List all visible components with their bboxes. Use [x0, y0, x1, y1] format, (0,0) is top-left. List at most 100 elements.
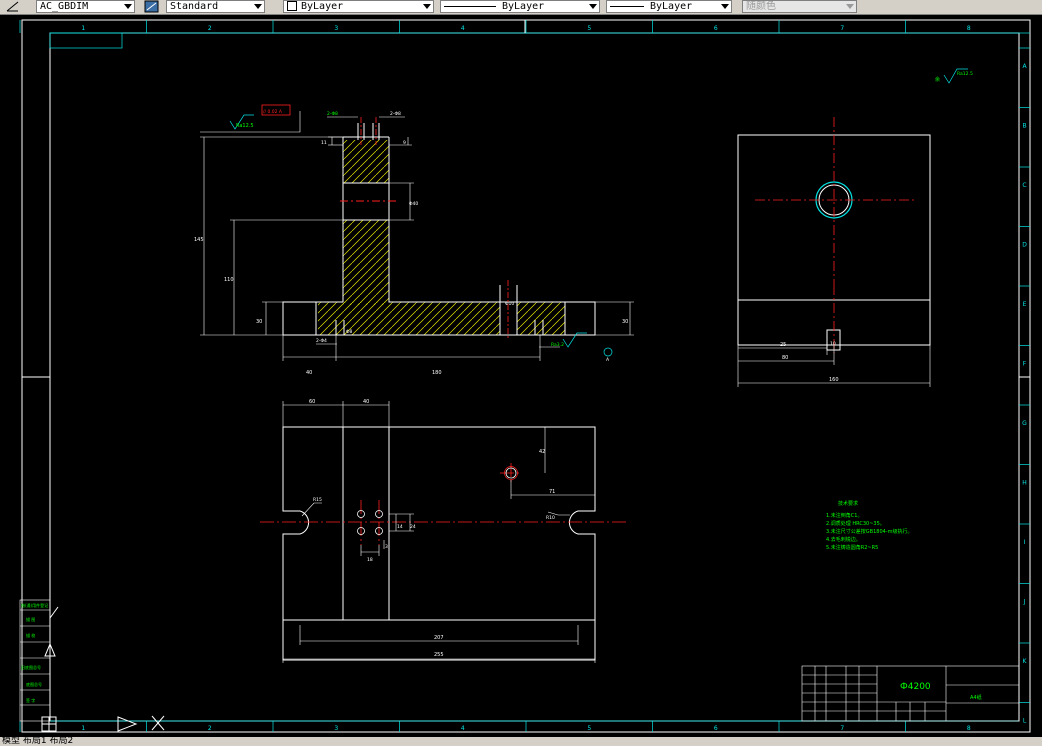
- zone-row-label: D: [1022, 241, 1027, 248]
- dim-3: 3: [385, 544, 388, 550]
- layout-tabs-bar[interactable]: 模型 布局1 布局2: [0, 737, 1042, 746]
- chevron-down-icon: [124, 4, 132, 9]
- zone-column-ticks: 1122334455667788: [19, 20, 971, 732]
- technical-notes: 技术要求 1.未注倒角C1。 2.调质处理 HRC30~35。 3.未注尺寸公差…: [826, 500, 912, 551]
- dim-2phi8-left: 2-Φ8: [327, 111, 338, 117]
- zone-row-label: C: [1022, 182, 1026, 189]
- side-label-4: 底图总号: [26, 681, 42, 687]
- dim-24: 24: [410, 524, 416, 530]
- zone-row-label: J: [1023, 598, 1026, 605]
- linetype-value: ByLayer: [502, 1, 545, 12]
- textstyle-icon[interactable]: [144, 0, 160, 13]
- chevron-down-icon: [254, 4, 262, 9]
- plotstyle-select[interactable]: 随颜色: [742, 0, 857, 13]
- dim-11: 11: [321, 140, 327, 146]
- note-5: 5.未注铸造圆角R2~R5: [826, 544, 878, 551]
- dim-2phi4: 2-Φ4: [316, 338, 327, 344]
- top-view: 60 40 42 R15 71 R10 14 24 18 3 207 255: [260, 399, 628, 663]
- dimstyle-value: AC_GBDIM: [40, 1, 89, 12]
- lineweight-select[interactable]: ByLayer: [606, 0, 732, 13]
- side-registry-table: 借(通)用件登记 描 图 描 校 旧底图总号 底图总号 签 字: [19, 599, 51, 722]
- zone-column-label: 2: [208, 25, 212, 32]
- dim-phi10: Φ10: [505, 301, 514, 307]
- dim-180: 180: [432, 370, 442, 376]
- front-roughness-top: Ra12.5: [236, 123, 254, 129]
- textstyle-select[interactable]: Standard: [166, 0, 265, 13]
- side-label-1: 描 图: [26, 616, 35, 622]
- note-2: 2.调质处理 HRC30~35。: [826, 520, 885, 527]
- side-label-2: 描 校: [26, 632, 35, 638]
- layout-tabs[interactable]: 模型 布局1 布局2: [2, 736, 73, 746]
- side-label-5: 签 字: [26, 697, 35, 703]
- zone-column-label: 8: [967, 725, 971, 732]
- zone-column-label: 5: [587, 25, 591, 32]
- zone-column-label: 2: [208, 725, 212, 732]
- color-swatch-icon: [287, 1, 297, 11]
- linetype-preview-icon: [444, 5, 496, 7]
- dim-10: 10: [830, 341, 836, 347]
- dim-2phi8-right: 2-Φ8: [390, 111, 401, 117]
- dim-r10: R10: [546, 515, 555, 521]
- dim-40: 40: [306, 370, 312, 376]
- zone-row-label: E: [1023, 301, 1027, 308]
- dim-160: 160: [829, 377, 839, 383]
- dim-80: 80: [782, 355, 788, 361]
- dim-30-right: 30: [622, 319, 628, 325]
- linetype-select[interactable]: ByLayer: [440, 0, 600, 13]
- note-3: 3.未注尺寸公差按GB1804-m级执行。: [826, 528, 912, 535]
- outer-border: [21, 19, 1031, 733]
- title-block: Ф4200 A4纸: [801, 665, 1020, 722]
- dim-42: 42: [539, 449, 545, 455]
- dim-145: 145: [194, 237, 204, 243]
- dimstyle-select[interactable]: AC_GBDIM: [36, 0, 135, 13]
- dimstyle-icon[interactable]: [6, 0, 20, 13]
- datum-circle: [603, 347, 613, 357]
- chevron-down-icon: [846, 4, 854, 9]
- notes-title: 技术要求: [838, 500, 858, 507]
- dim-71: 71: [549, 489, 555, 495]
- zone-column-label: 1: [81, 25, 85, 32]
- note-4: 4.去毛刺锐边。: [826, 536, 861, 543]
- color-value: ByLayer: [301, 1, 344, 12]
- zone-column-label: 4: [461, 25, 465, 32]
- zone-row-label: L: [1023, 717, 1027, 724]
- color-select[interactable]: ByLayer: [283, 0, 434, 13]
- zone-column-label: 1: [81, 725, 85, 732]
- note-1: 1.未注倒角C1。: [826, 512, 862, 519]
- lineweight-preview-icon: [610, 5, 644, 7]
- chevron-down-icon: [423, 4, 431, 9]
- dim-18: 18: [367, 557, 373, 563]
- zone-column-label: 6: [714, 725, 718, 732]
- front-view-bore: [343, 183, 389, 220]
- dim-30-left: 30: [256, 319, 262, 325]
- general-roughness-value: Ra12.5: [957, 71, 973, 77]
- zone-row-label: H: [1022, 479, 1027, 486]
- dim-110: 110: [224, 277, 234, 283]
- zone-column-label: 8: [967, 25, 971, 32]
- front-view-base-hatch-right: [517, 302, 565, 335]
- dim-60: 60: [309, 399, 315, 405]
- plotstyle-value: 随颜色: [746, 1, 776, 12]
- title-material: A4纸: [970, 694, 982, 701]
- zone-column-label: 7: [840, 25, 844, 32]
- lineweight-value: ByLayer: [650, 1, 693, 12]
- ucs-icon: [41, 606, 165, 732]
- side-label-0: 借(通)用件登记: [21, 602, 48, 608]
- dim-14: 14: [397, 524, 403, 530]
- zone-row-label: F: [1023, 360, 1027, 367]
- textstyle-value: Standard: [170, 1, 219, 12]
- tolerance-text: // 0.02 A: [263, 109, 283, 115]
- side-view: 25 80 160 10: [737, 117, 931, 387]
- zone-row-label: A: [1022, 63, 1027, 70]
- cad-drawing[interactable]: 1122334455667788 ABCDEFGHIJKL Ra12.5 // …: [0, 15, 1042, 737]
- drawing-canvas[interactable]: 1122334455667788 ABCDEFGHIJKL Ra12.5 // …: [0, 15, 1042, 737]
- dim-9: 9: [403, 140, 406, 146]
- dim-phi40: Φ40: [409, 201, 418, 207]
- zone-column-label: 3: [334, 25, 338, 32]
- zone-column-label: 6: [714, 25, 718, 32]
- side-label-3: 旧底图总号: [21, 664, 41, 670]
- dim-25: 25: [780, 342, 786, 348]
- svg-text:余: 余: [935, 76, 940, 83]
- datum-label: A: [606, 357, 610, 363]
- zone-column-label: 4: [461, 725, 465, 732]
